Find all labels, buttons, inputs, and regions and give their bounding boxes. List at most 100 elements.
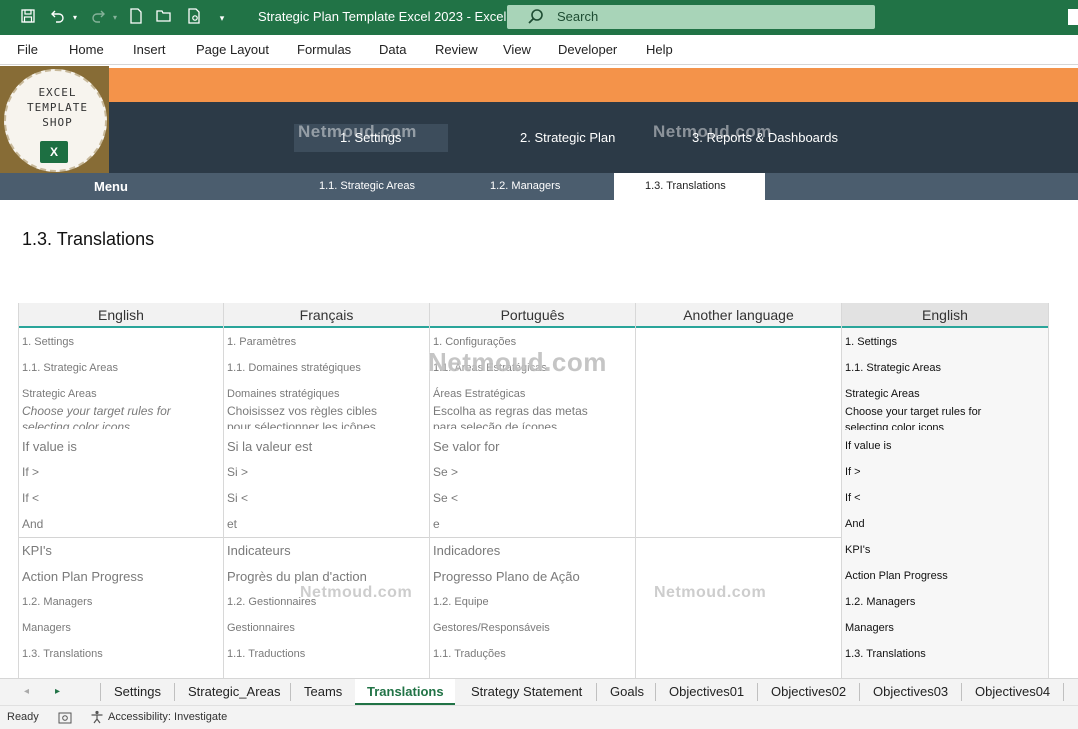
table-cell[interactable]: 1.3. Translations <box>845 648 926 660</box>
table-cell[interactable]: para seleção de ícones <box>433 420 557 429</box>
table-cell[interactable]: 1.3. Translations <box>22 648 103 660</box>
nav-strategic-plan-button[interactable]: 2. Strategic Plan <box>520 130 615 145</box>
table-cell[interactable]: If > <box>22 465 39 479</box>
customize-icon[interactable]: ▾ <box>212 8 232 28</box>
save-icon[interactable] <box>18 8 38 28</box>
subnav-translations[interactable]: 1.3. Translations <box>645 180 726 192</box>
menu-data[interactable]: Data <box>379 42 406 57</box>
table-cell[interactable]: 1. Paramètres <box>227 336 296 348</box>
tab-strategy-statement[interactable]: Strategy Statement <box>471 684 582 699</box>
tab-objectives04[interactable]: Objectives04 <box>975 684 1050 699</box>
macro-record-icon[interactable] <box>58 711 72 724</box>
table-cell[interactable]: 1.1. Traduções <box>433 648 506 660</box>
search-box[interactable]: Search <box>507 5 875 29</box>
accessibility-icon[interactable] <box>90 710 104 724</box>
column-another-language[interactable]: Another language <box>636 303 842 678</box>
table-cell[interactable]: Indicateurs <box>227 543 291 558</box>
table-cell[interactable]: KPI's <box>845 544 870 556</box>
table-cell[interactable]: Si la valeur est <box>227 439 312 454</box>
redo-icon[interactable] <box>88 8 108 28</box>
accessibility-status[interactable]: Accessibility: Investigate <box>108 711 227 723</box>
table-cell[interactable]: Se > <box>433 465 458 479</box>
table-cell[interactable]: If value is <box>845 440 891 452</box>
menu-developer[interactable]: Developer <box>558 42 617 57</box>
table-cell[interactable]: e <box>433 517 440 531</box>
table-cell[interactable]: Se < <box>433 491 458 505</box>
tab-goals[interactable]: Goals <box>610 684 644 699</box>
table-cell[interactable]: Se valor for <box>433 439 499 454</box>
table-cell[interactable]: 1.2. Managers <box>22 596 92 608</box>
print-preview-icon[interactable] <box>184 8 204 28</box>
open-icon[interactable] <box>154 8 174 28</box>
subnav-managers[interactable]: 1.2. Managers <box>490 180 560 192</box>
tab-objectives01[interactable]: Objectives01 <box>669 684 744 699</box>
table-cell[interactable]: Strategic Areas <box>22 388 97 400</box>
table-cell[interactable]: Choose your target rules for <box>22 404 171 418</box>
table-cell[interactable]: 1. Configurações <box>433 336 516 348</box>
table-cell[interactable]: Managers <box>22 622 71 634</box>
scroll-right-icon[interactable]: ▸ <box>55 686 60 697</box>
undo-icon[interactable] <box>48 8 68 28</box>
menu-page-layout[interactable]: Page Layout <box>196 42 269 57</box>
table-cell[interactable]: Choose your target rules for <box>845 406 981 418</box>
table-cell[interactable]: 1.1. Áreas Estratégicas <box>433 362 547 374</box>
nav-reports-button[interactable]: 3. Reports & Dashboards <box>692 130 838 145</box>
table-cell[interactable]: Domaines stratégiques <box>227 388 340 400</box>
table-cell[interactable]: Action Plan Progress <box>845 570 948 582</box>
table-cell[interactable]: Si < <box>227 491 248 505</box>
menu-view[interactable]: View <box>503 42 531 57</box>
window-control[interactable] <box>1068 9 1078 25</box>
menu-file[interactable]: File <box>17 42 38 57</box>
tab-objectives02[interactable]: Objectives02 <box>771 684 846 699</box>
table-cell[interactable]: And <box>22 517 43 531</box>
table-cell[interactable]: Indicadores <box>433 543 500 558</box>
table-cell[interactable]: 1.1. Strategic Areas <box>845 362 941 374</box>
table-cell[interactable]: Progrès du plan d'action <box>227 569 367 584</box>
table-cell[interactable]: KPI's <box>22 543 52 558</box>
menu-insert[interactable]: Insert <box>133 42 166 57</box>
table-cell[interactable]: 1.1. Traductions <box>227 648 305 660</box>
table-cell[interactable]: pour sélectionner les icônes <box>227 420 376 429</box>
table-cell[interactable]: 1. Settings <box>845 336 897 348</box>
table-cell[interactable]: selecting color icons <box>22 420 130 429</box>
tab-translations[interactable]: Translations <box>367 684 444 699</box>
table-cell[interactable]: selecting color icons <box>845 422 944 430</box>
menu-formulas[interactable]: Formulas <box>297 42 351 57</box>
table-cell[interactable]: Gestores/Responsáveis <box>433 622 550 634</box>
tab-settings[interactable]: Settings <box>114 684 161 699</box>
undo-dropdown-icon[interactable]: ▾ <box>70 8 80 28</box>
scroll-left-icon[interactable]: ◂ <box>24 686 29 697</box>
menu-home[interactable]: Home <box>69 42 104 57</box>
table-cell[interactable]: Action Plan Progress <box>22 569 143 584</box>
table-cell[interactable]: Escolha as regras das metas <box>433 404 588 418</box>
tab-teams[interactable]: Teams <box>304 684 342 699</box>
table-cell[interactable]: Áreas Estratégicas <box>433 388 525 400</box>
table-cell[interactable]: 1.1. Domaines stratégiques <box>227 362 361 374</box>
menu-help[interactable]: Help <box>646 42 673 57</box>
table-cell[interactable]: If value is <box>22 439 77 454</box>
table-cell[interactable]: Managers <box>845 622 894 634</box>
table-cell[interactable]: 1. Settings <box>22 336 74 348</box>
tab-strategic-areas[interactable]: Strategic_Areas <box>188 684 281 699</box>
table-cell[interactable]: 1.2. Gestionnaires <box>227 596 316 608</box>
table-cell[interactable]: If < <box>845 492 861 504</box>
table-cell[interactable]: Gestionnaires <box>227 622 295 634</box>
table-cell[interactable]: et <box>227 517 237 531</box>
subnav-strategic-areas[interactable]: 1.1. Strategic Areas <box>319 180 415 192</box>
table-cell[interactable]: Strategic Areas <box>845 388 920 400</box>
table-cell[interactable]: Progresso Plano de Ação <box>433 569 580 584</box>
worksheet[interactable]: EXCEL TEMPLATE SHOP X 1. Settings 2. Str… <box>0 66 1078 678</box>
table-cell[interactable]: Choisissez vos règles cibles <box>227 404 377 418</box>
table-cell[interactable]: 1.1. Strategic Areas <box>22 362 118 374</box>
tab-objectives03[interactable]: Objectives03 <box>873 684 948 699</box>
table-cell[interactable]: And <box>845 518 865 530</box>
nav-settings-button[interactable]: 1. Settings <box>340 130 401 145</box>
table-cell[interactable]: 1.2. Managers <box>845 596 915 608</box>
table-cell[interactable]: If < <box>22 491 39 505</box>
menu-review[interactable]: Review <box>435 42 478 57</box>
table-cell[interactable]: 1.2. Equipe <box>433 596 489 608</box>
menu-label[interactable]: Menu <box>94 179 128 194</box>
new-icon[interactable] <box>126 8 146 28</box>
table-cell[interactable]: Si > <box>227 465 248 479</box>
table-cell[interactable]: If > <box>845 466 861 478</box>
